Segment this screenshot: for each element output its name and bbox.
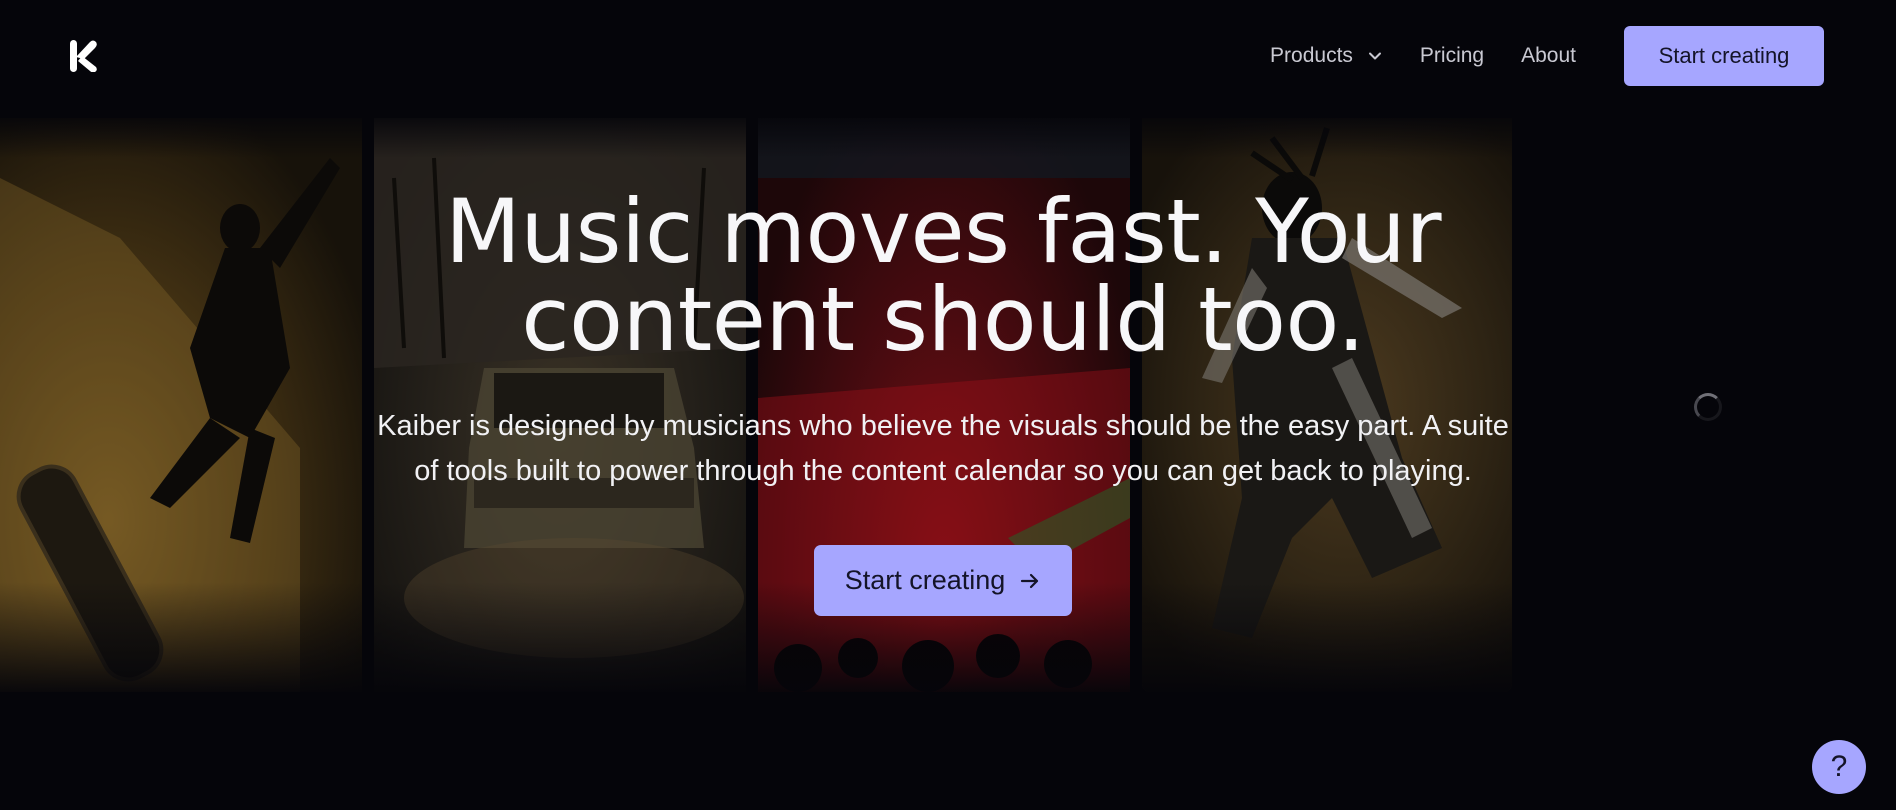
hero-title: Music moves fast. Your content should to…	[0, 188, 1886, 364]
kaiber-logo-icon[interactable]	[70, 40, 98, 72]
hero-subtitle-line-2: of tools built to power through the cont…	[414, 455, 1472, 487]
hero-title-line-2: content should too.	[521, 268, 1365, 371]
nav-item-products[interactable]: Products	[1270, 44, 1383, 68]
nav-item-pricing-label: Pricing	[1419, 44, 1485, 67]
page: Products Pricing About Start creating Mu…	[0, 0, 1896, 810]
hero-start-creating-label: Start creating	[844, 565, 1006, 595]
nav-start-creating-button[interactable]: Start creating	[1624, 26, 1824, 86]
hero-subtitle-line-1: Kaiber is designed by musicians who beli…	[377, 410, 1509, 442]
hero-start-creating-button[interactable]: Start creating	[814, 545, 1072, 616]
nav-start-creating-label: Start creating	[1658, 43, 1790, 68]
nav-item-about[interactable]: About	[1521, 44, 1576, 68]
nav-item-about-label: About	[1521, 44, 1576, 67]
arrow-right-icon	[1021, 573, 1039, 588]
hero-subtitle: Kaiber is designed by musicians who beli…	[293, 404, 1593, 494]
hero-section: Music moves fast. Your content should to…	[0, 188, 1886, 494]
chevron-down-icon	[1368, 52, 1381, 60]
help-button[interactable]: ?	[1812, 740, 1866, 794]
top-navigation: Products Pricing About Start creating	[0, 0, 1896, 115]
nav-item-pricing[interactable]: Pricing	[1420, 44, 1484, 68]
nav-item-products-label: Products	[1270, 44, 1353, 67]
nav-links: Products Pricing About Start creating	[1270, 26, 1824, 86]
help-icon: ?	[1830, 750, 1848, 783]
